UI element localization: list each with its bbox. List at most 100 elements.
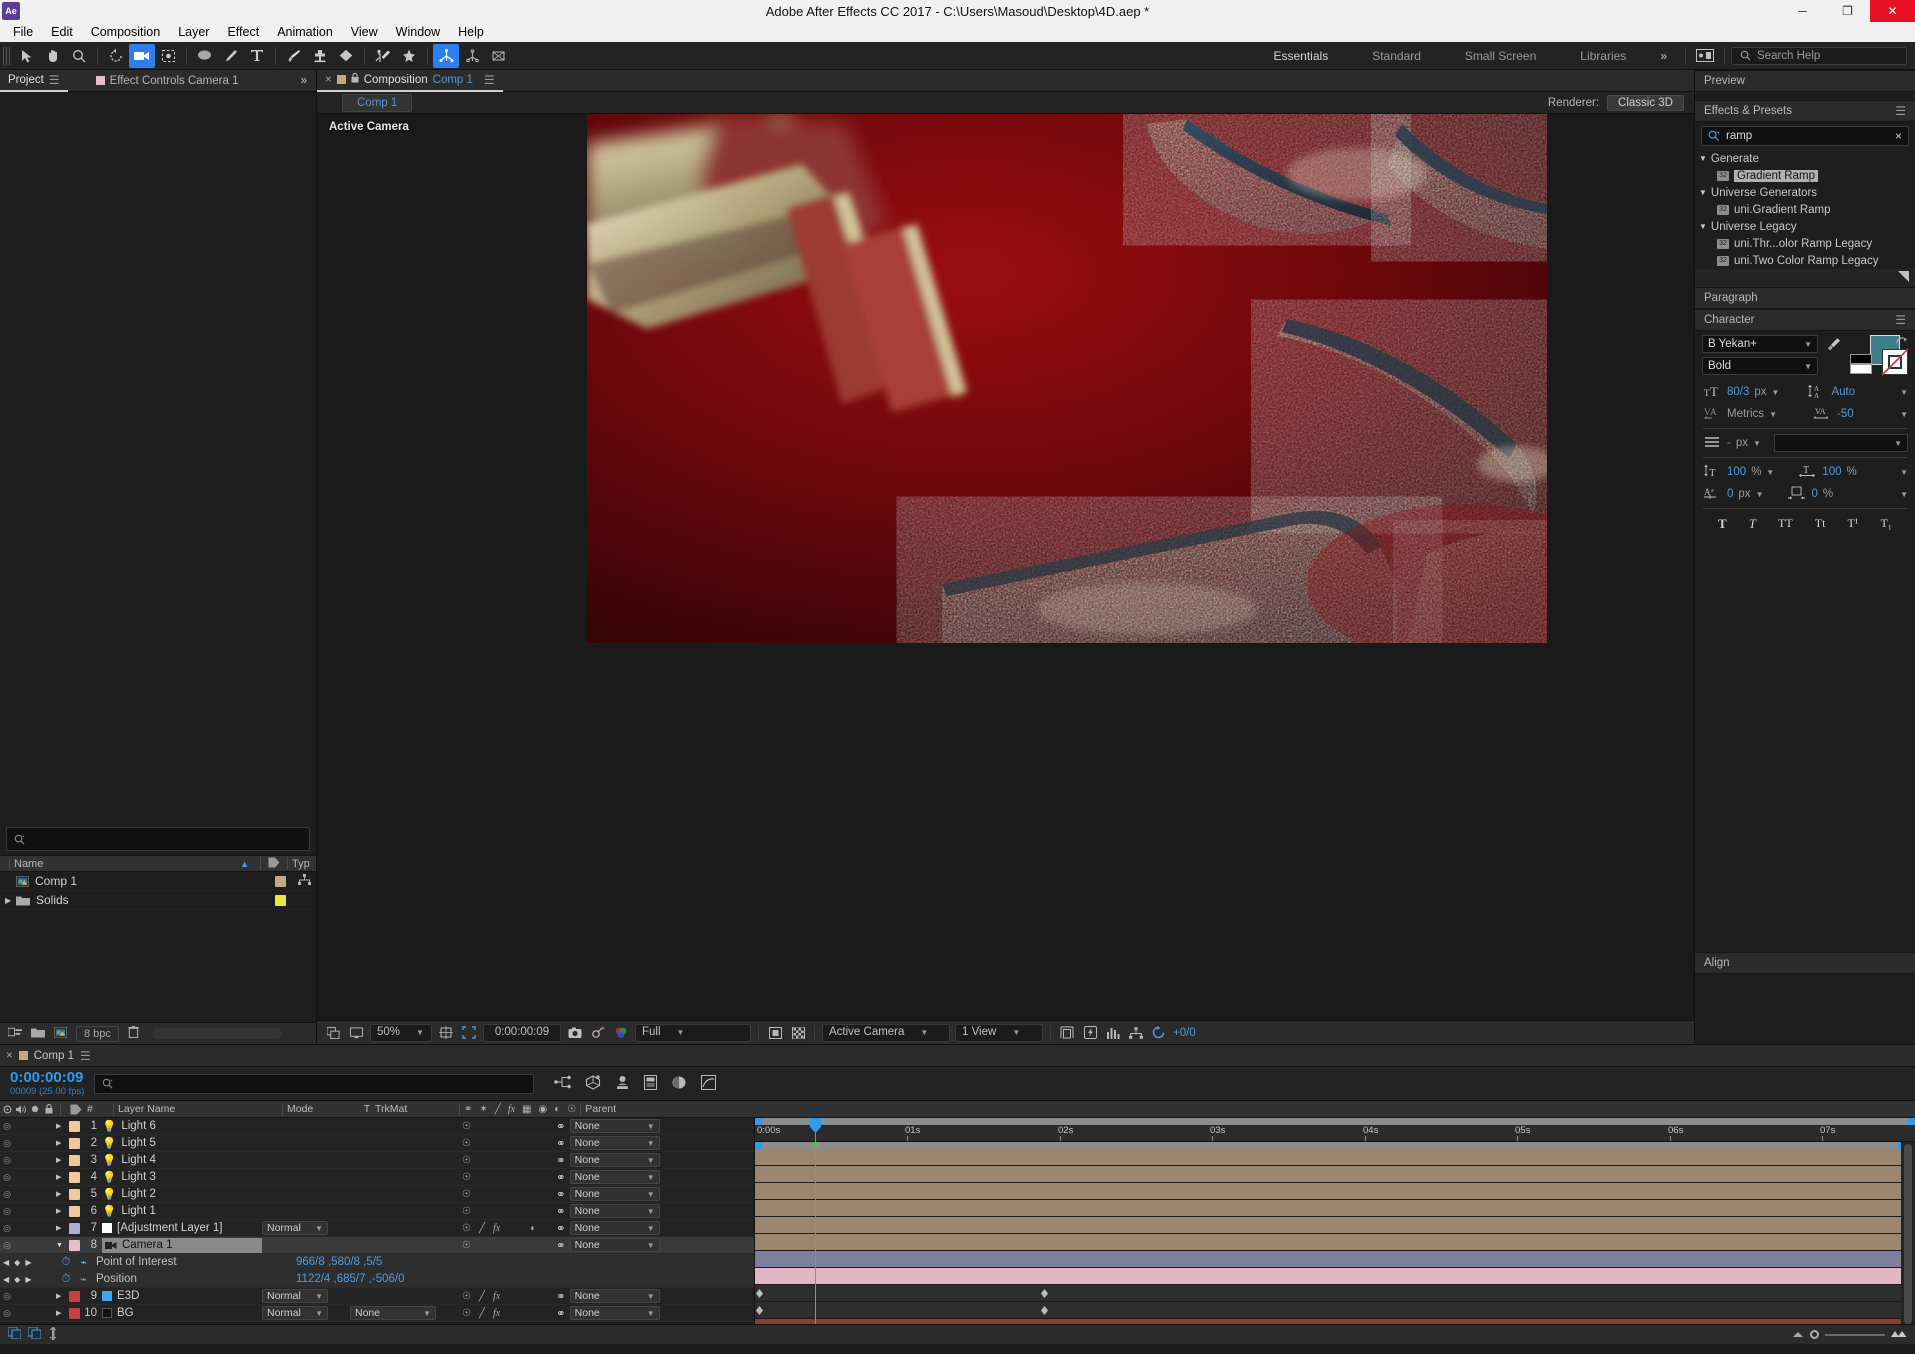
timeline-histogram-icon[interactable] [1104,1024,1122,1042]
close-button[interactable]: ✕ [1870,0,1915,22]
parent-select[interactable]: None▼ [570,1238,660,1252]
table-row[interactable]: ◎ ▶ 9 E3D Normal▼ ☉╱fx ⚭None▼ [0,1288,754,1305]
close-icon[interactable]: × [325,69,332,91]
timeline-graph-area[interactable]: 0:00s 01s 02s 03s 04s 05s 06s 07s [755,1118,1915,1324]
workspace-essentials[interactable]: Essentials [1252,42,1351,70]
col-track-matte-label[interactable]: TrkMat [375,1101,455,1118]
composition-panel-menu-icon[interactable]: ☰ [484,69,495,91]
menu-file[interactable]: File [4,23,42,41]
timeline-search-input[interactable] [94,1074,534,1094]
kerning-caret[interactable]: ▼ [1769,410,1777,419]
new-folder-icon[interactable] [31,1027,45,1041]
new-composition-icon[interactable] [54,1027,67,1041]
lock-icon[interactable] [351,69,359,91]
mode-select[interactable]: Normal▼ [262,1221,328,1235]
workspace-small-screen[interactable]: Small Screen [1443,42,1558,70]
graph-value-icon[interactable]: ⌁ [80,1255,96,1269]
hand-tool[interactable] [40,44,66,68]
stopwatch-icon[interactable]: ⏱ [52,1273,80,1286]
col-index-label[interactable]: # [87,1101,109,1118]
close-icon[interactable]: × [6,1050,13,1062]
pen-tool[interactable] [218,44,244,68]
resolution-select[interactable]: Full ▼ [635,1024,751,1042]
project-item-expand-arrow[interactable]: ▶ [5,896,16,905]
parent-select[interactable]: None▼ [570,1119,660,1133]
effect-item-uni-gradient-ramp[interactable]: 32 uni.Gradient Ramp [1695,201,1915,218]
tab-effect-controls[interactable]: Effect Controls Camera 1 [88,70,247,92]
project-col-label-icon[interactable] [265,857,283,871]
keyframe-track-position[interactable] [755,1302,1915,1319]
kerning-value[interactable]: Metrics [1727,408,1764,420]
selection-tool[interactable] [14,44,40,68]
menu-animation[interactable]: Animation [268,23,342,41]
table-row[interactable]: ◎ ▶ 6 💡Light 1 ☉ ⚭None▼ [0,1203,754,1220]
shape-tool[interactable] [192,44,218,68]
workspace-overflow-icon[interactable]: » [1648,42,1679,70]
superscript-button[interactable]: T¹ [1847,516,1858,532]
layer-bar-adjustment[interactable] [755,1251,1915,1268]
zoom-out-icon[interactable] [1792,1329,1804,1341]
hide-shy-layers-icon[interactable] [615,1075,630,1093]
interpret-footage-icon[interactable] [8,1026,22,1041]
keyframe-marker[interactable] [756,1306,763,1315]
tsume-value[interactable]: 0 [1811,488,1817,500]
expand-arrow[interactable]: ▶ [56,1173,69,1181]
workspace-edit-icon[interactable] [1692,44,1718,68]
eyedropper-icon[interactable] [1827,337,1841,355]
keyframe-marker[interactable] [756,1289,763,1298]
layer-name-cell[interactable]: Camera 1 [102,1238,262,1253]
layer-name-cell[interactable]: E3D [102,1290,262,1302]
layer-name-cell[interactable]: BG [102,1307,262,1319]
playhead-line[interactable] [815,1118,816,1324]
subscript-button[interactable]: T₁ [1880,516,1892,532]
video-toggle[interactable]: ◎ [0,1172,14,1183]
faux-bold-button[interactable]: T [1718,516,1727,532]
table-row[interactable]: ◎ ▼ 8 Camera 1 ☉ ⚭None▼ [0,1237,754,1254]
menu-layer[interactable]: Layer [169,23,218,41]
workspace-libraries[interactable]: Libraries [1558,42,1648,70]
expand-arrow[interactable]: ▶ [56,1224,69,1232]
expand-arrow[interactable]: ▶ [56,1156,69,1164]
toolbar-grip[interactable] [3,47,11,65]
view-axis-mode-icon[interactable] [485,44,511,68]
default-fill-swatch[interactable] [1850,354,1872,364]
composition-mini-flowchart-icon[interactable] [554,1075,571,1092]
effects-group-generate[interactable]: ▼ Generate [1695,150,1915,167]
font-style-select[interactable]: Bold ▼ [1702,357,1818,375]
timeline-tab-name[interactable]: Comp 1 [34,1050,74,1062]
baseline-shift-value[interactable]: 0 [1727,488,1733,500]
character-panel-menu-icon[interactable]: ☰ [1895,313,1906,327]
show-channel-icon[interactable] [612,1024,630,1042]
video-toggle[interactable]: ◎ [0,1291,14,1302]
expand-arrow[interactable]: ▶ [56,1122,69,1130]
parent-select[interactable]: None▼ [570,1306,660,1320]
stroke-width-value[interactable]: - [1727,437,1731,449]
leading-value[interactable]: Auto [1831,386,1855,398]
layer-bar-light4[interactable] [755,1183,1915,1200]
track-matte-select[interactable]: None▼ [350,1306,436,1320]
layer-name-cell[interactable]: 💡Light 1 [102,1204,262,1218]
project-item-label-swatch[interactable] [275,895,286,906]
table-row[interactable]: ◎ ▶ 2 💡Light 5 ☉ ⚭None▼ [0,1135,754,1152]
effects-panel-menu-icon[interactable]: ☰ [1895,104,1906,118]
video-toggle[interactable]: ◎ [0,1138,14,1149]
col-layer-name-label[interactable]: Layer Name [118,1101,278,1118]
horizontal-scale-caret[interactable]: ▼ [1900,468,1908,477]
timeline-panel-menu-icon[interactable]: ☰ [80,1049,91,1063]
vertical-scale-value[interactable]: 100 [1727,466,1746,478]
toggle-transparency-grid-icon[interactable] [789,1024,807,1042]
preview-panel-header[interactable]: Preview [1695,70,1915,92]
table-row[interactable]: ◎ ▶ 3 💡Light 4 ☉ ⚭None▼ [0,1152,754,1169]
keyframe-marker[interactable] [1041,1289,1048,1298]
project-item-label-swatch[interactable] [275,876,286,887]
next-keyframe-icon[interactable]: ▶ [25,1258,31,1267]
expand-arrow[interactable]: ▶ [56,1139,69,1147]
layer-bar-light1[interactable] [755,1234,1915,1251]
tab-project[interactable]: Project ☰ [0,70,68,92]
label-color-swatch[interactable] [69,1240,80,1251]
type-tool[interactable] [244,44,270,68]
video-toggle[interactable]: ◎ [0,1155,14,1166]
table-row[interactable]: ◎ ▶ 4 💡Light 3 ☉ ⚭None▼ [0,1169,754,1186]
frame-blending-icon[interactable] [644,1075,657,1093]
label-color-swatch[interactable] [69,1121,80,1132]
